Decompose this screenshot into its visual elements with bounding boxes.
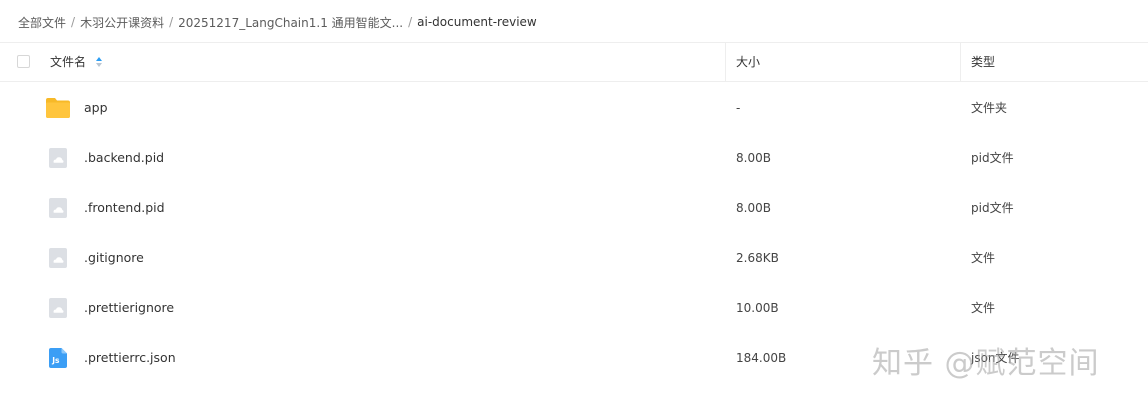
breadcrumb-langchain-folder[interactable]: 20251217_LangChain1.1 通用智能文... [178,14,403,31]
file-name[interactable]: .frontend.pid [84,183,165,233]
table-row[interactable]: .prettierignore 10.00B 文件 [0,283,1148,333]
file-size: 2.68KB [736,251,779,265]
column-header-size[interactable]: 大小 [736,43,760,81]
breadcrumb-current-folder: ai-document-review [417,15,537,29]
file-icon [46,296,70,320]
file-type: pid文件 [971,151,1014,165]
breadcrumb-separator: / [408,15,413,29]
breadcrumb-course-materials[interactable]: 木羽公开课资料 [80,14,164,31]
file-browser: 全部文件 / 木羽公开课资料 / 20251217_LangChain1.1 通… [0,0,1148,408]
file-type: 文件夹 [971,101,1008,115]
sort-icon[interactable] [95,56,103,67]
file-type: json文件 [971,351,1020,365]
file-name[interactable]: .backend.pid [84,133,164,183]
file-list: app - 文件夹 .backend.pid 8.00B pid文件 .fron… [0,83,1148,383]
js-file-icon: Js [46,346,70,370]
table-row[interactable]: Js .prettierrc.json 184.00B json文件 [0,333,1148,383]
file-size: 8.00B [736,201,771,215]
file-type: 文件 [971,251,996,265]
file-size: 10.00B [736,301,779,315]
column-header-type[interactable]: 类型 [971,43,995,81]
file-size: 8.00B [736,151,771,165]
sort-descending-icon [95,62,102,67]
column-divider[interactable] [960,43,961,81]
breadcrumb: 全部文件 / 木羽公开课资料 / 20251217_LangChain1.1 通… [18,13,537,31]
table-row[interactable]: app - 文件夹 [0,83,1148,133]
breadcrumb-all-files[interactable]: 全部文件 [18,14,66,31]
column-divider[interactable] [725,43,726,81]
file-icon [46,196,70,220]
table-header: 文件名 大小 类型 [0,42,1148,82]
column-header-name[interactable]: 文件名 [50,43,103,81]
select-all-checkbox[interactable] [17,55,30,68]
file-icon [46,246,70,270]
column-header-type-label: 类型 [971,55,996,69]
file-size: - [736,101,741,115]
breadcrumb-separator: / [169,15,174,29]
file-icon [46,146,70,170]
table-row[interactable]: .frontend.pid 8.00B pid文件 [0,183,1148,233]
svg-text:Js: Js [51,356,60,365]
sort-ascending-icon [95,56,102,61]
file-type: pid文件 [971,201,1014,215]
file-name[interactable]: .prettierrc.json [84,333,176,383]
table-row[interactable]: .gitignore 2.68KB 文件 [0,233,1148,283]
file-name[interactable]: .gitignore [84,233,144,283]
file-type: 文件 [971,301,996,315]
file-size: 184.00B [736,351,787,365]
file-name[interactable]: app [84,83,108,133]
folder-icon [46,96,70,120]
file-name[interactable]: .prettierignore [84,283,174,333]
column-header-name-label: 文件名 [50,55,87,69]
column-header-size-label: 大小 [736,55,761,69]
breadcrumb-separator: / [71,15,76,29]
table-row[interactable]: .backend.pid 8.00B pid文件 [0,133,1148,183]
